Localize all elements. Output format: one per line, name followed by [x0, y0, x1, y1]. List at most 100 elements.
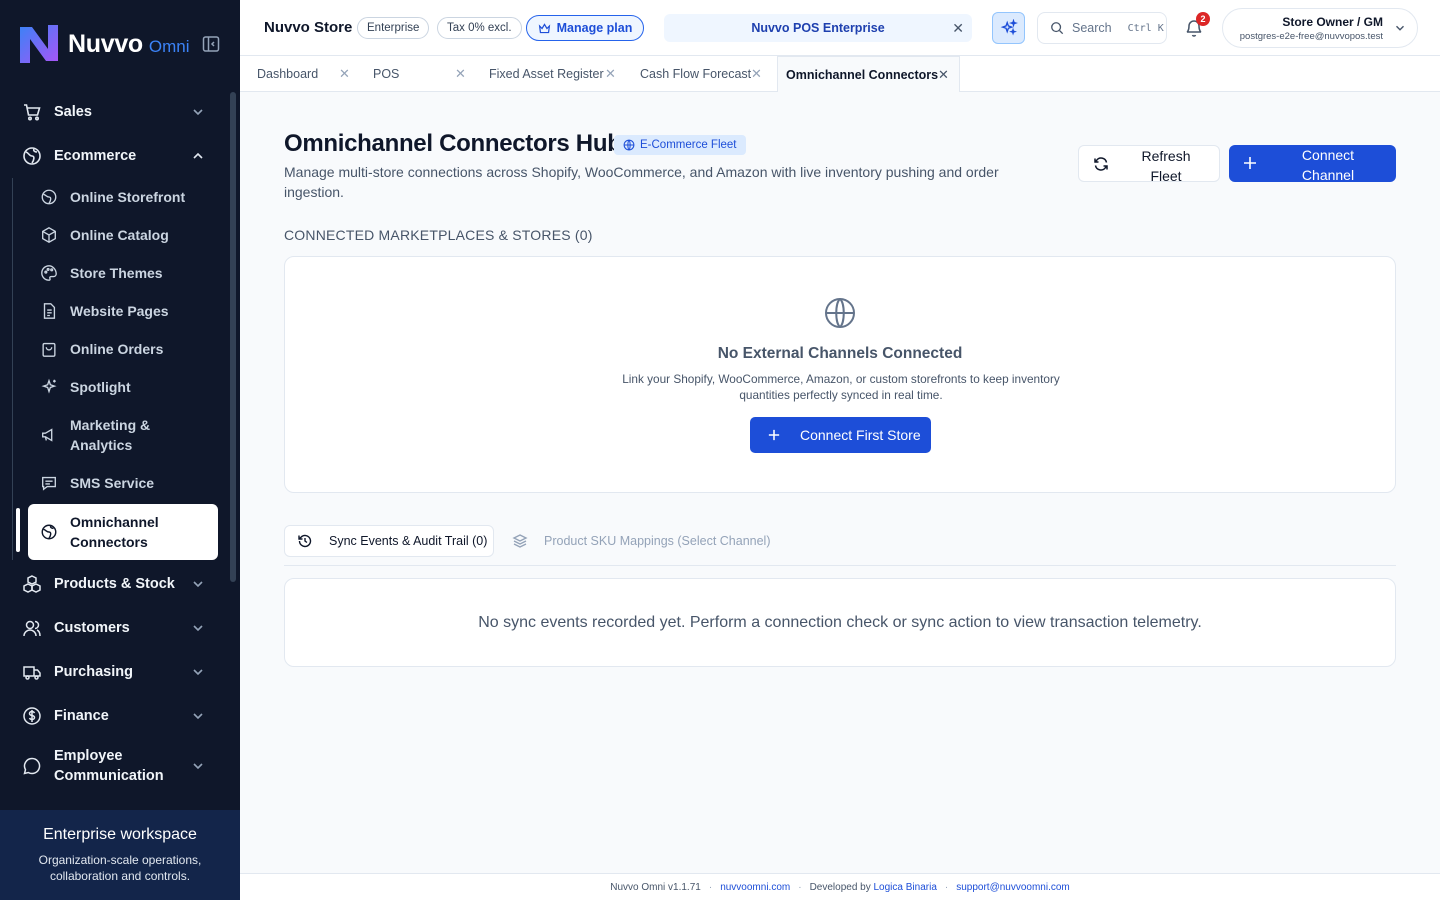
users-icon: [23, 620, 41, 637]
edition-banner: Nuvvo POS Enterprise ✕: [664, 14, 972, 42]
sidebar-item-label: Purchasing: [54, 664, 133, 680]
tab-omnichannel-connectors[interactable]: Omnichannel Connectors ✕: [777, 56, 960, 92]
footer-support-link[interactable]: support@nuvvoomni.com: [956, 882, 1070, 893]
tab-label: Dashboard: [257, 67, 319, 81]
workspace-panel: Enterprise workspace Organization-scale …: [0, 810, 240, 900]
search-icon: [1051, 22, 1064, 35]
divider: [284, 565, 1396, 566]
truck-icon: [23, 666, 41, 680]
empty-title: No External Channels Connected: [717, 345, 963, 362]
sidebar-item-omnichannel-connectors[interactable]: Omnichannel Connectors: [28, 504, 218, 560]
close-icon[interactable]: ✕: [952, 20, 964, 37]
search-input[interactable]: Search Ctrl K: [1037, 12, 1167, 44]
separator: ·: [798, 881, 802, 893]
package-icon: [42, 227, 56, 243]
tab-fixed-asset-register[interactable]: Fixed Asset Register ✕: [472, 56, 623, 92]
user-role: Store Owner / GM: [1282, 15, 1383, 29]
sidebar-item-sms-service[interactable]: SMS Service: [0, 464, 228, 502]
close-icon[interactable]: ✕: [339, 66, 350, 82]
section-label: CONNECTED MARKETPLACES & STORES (0): [284, 227, 593, 243]
sidebar-item-label: Customers: [54, 620, 130, 636]
active-indicator: [16, 508, 20, 552]
tab-label: POS: [373, 67, 400, 81]
sidebar-item-label: Store Themes: [70, 265, 163, 281]
sidebar-item-store-themes[interactable]: Store Themes: [0, 254, 228, 292]
sidebar-item-label: Finance: [54, 708, 109, 724]
tab-sku-mappings-label: Product SKU Mappings (Select Channel): [544, 534, 771, 548]
topbar: Nuvvo Store Enterprise Tax 0% excl. Mana…: [240, 0, 1440, 56]
tab-dashboard[interactable]: Dashboard ✕: [240, 56, 356, 92]
sidebar-scrollbar[interactable]: [230, 92, 236, 582]
connect-channel-button[interactable]: Connect Channel: [1229, 145, 1396, 183]
tab-label: Cash Flow Forecast: [640, 67, 752, 81]
layers-icon: [512, 534, 528, 548]
tab-cash-flow-forecast[interactable]: Cash Flow Forecast ✕: [623, 56, 777, 92]
globe-icon: [825, 298, 855, 328]
sidebar-item-label: Spotlight: [70, 379, 131, 395]
sidebar-item-products-stock[interactable]: Products & Stock: [0, 562, 228, 606]
close-icon[interactable]: ✕: [938, 67, 949, 83]
nuvvo-logo-icon: [20, 25, 58, 63]
footer-developed-by: Developed by: [809, 881, 871, 893]
sidebar: Nuvvo Omni Sales Ecommerce Online Storef…: [0, 0, 240, 900]
tab-sync-events[interactable]: Sync Events & Audit Trail (0): [284, 525, 494, 557]
sidebar-item-online-storefront[interactable]: Online Storefront: [0, 178, 228, 216]
sidebar-item-customers[interactable]: Customers: [0, 606, 228, 650]
close-icon[interactable]: ✕: [751, 66, 762, 82]
tab-label: Fixed Asset Register: [489, 67, 604, 81]
ai-assistant-button[interactable]: [992, 12, 1025, 44]
tab-sku-mappings[interactable]: Product SKU Mappings (Select Channel): [512, 525, 771, 557]
empty-channels-card: No External Channels Connected Link your…: [284, 256, 1396, 493]
close-icon[interactable]: ✕: [455, 66, 466, 82]
sidebar-item-purchasing[interactable]: Purchasing: [0, 650, 228, 694]
chevron-down-icon: [193, 763, 203, 770]
brand-name: Nuvvo: [68, 29, 143, 58]
manage-plan-label: Manage plan: [556, 21, 633, 35]
page-title: Omnichannel Connectors Hub: [284, 130, 622, 157]
user-menu[interactable]: Store Owner / GM postgres-e2e-free@nuvvo…: [1222, 8, 1418, 48]
bag-icon: [42, 342, 56, 357]
close-icon[interactable]: ✕: [605, 66, 616, 82]
search-shortcut: Ctrl K: [1127, 22, 1164, 34]
connect-first-store-button[interactable]: Connect First Store: [750, 417, 931, 453]
tab-pos[interactable]: POS ✕: [356, 56, 472, 92]
sidebar-item-website-pages[interactable]: Website Pages: [0, 292, 228, 330]
sidebar-collapse-icon[interactable]: [201, 34, 221, 54]
store-name[interactable]: Nuvvo Store: [264, 19, 352, 36]
tax-chip[interactable]: Tax 0% excl.: [437, 17, 522, 39]
cart-icon: [24, 104, 41, 121]
palette-icon: [41, 265, 57, 281]
sidebar-item-marketing-analytics[interactable]: Marketing & Analytics: [0, 406, 228, 464]
sidebar-item-online-orders[interactable]: Online Orders: [0, 330, 228, 368]
sidebar-nav: Sales Ecommerce Online Storefront Online…: [0, 90, 228, 790]
sidebar-item-label: Sales: [54, 104, 92, 120]
footer-developer-link[interactable]: Logica Binaria: [874, 882, 937, 893]
chevron-down-icon: [193, 669, 203, 676]
sidebar-item-online-catalog[interactable]: Online Catalog: [0, 216, 228, 254]
sidebar-item-label: Marketing & Analytics: [70, 417, 151, 453]
manage-plan-button[interactable]: Manage plan: [526, 15, 644, 41]
footer-site-link[interactable]: nuvvoomni.com: [720, 882, 790, 893]
sidebar-item-sales[interactable]: Sales: [0, 90, 228, 134]
workspace-title: Enterprise workspace: [43, 826, 197, 843]
globe-icon: [41, 524, 57, 540]
user-email: postgres-e2e-free@nuvvopos.test: [1239, 31, 1383, 42]
sidebar-item-employee-communication[interactable]: Employee Communication: [0, 742, 228, 790]
workspace-text: Organization-scale operations, collabora…: [38, 853, 202, 883]
sync-events-empty: No sync events recorded yet. Perform a c…: [478, 613, 1202, 631]
sidebar-item-label: Online Orders: [70, 341, 164, 357]
boxes-icon: [23, 575, 41, 593]
crown-icon: [538, 22, 550, 33]
brand[interactable]: Nuvvo Omni: [16, 20, 190, 68]
sidebar-item-label: Omnichannel Connectors: [70, 514, 159, 550]
chevron-down-icon: [193, 713, 203, 720]
sidebar-item-spotlight[interactable]: Spotlight: [0, 368, 228, 406]
sidebar-item-finance[interactable]: Finance: [0, 694, 228, 738]
page-description: Manage multi-store connections across Sh…: [284, 164, 999, 200]
refresh-fleet-button[interactable]: Refresh Fleet: [1078, 145, 1220, 184]
sidebar-item-ecommerce[interactable]: Ecommerce: [0, 134, 228, 178]
sidebar-item-label: Ecommerce: [54, 148, 137, 164]
globe-icon: [41, 189, 57, 205]
sparkles-icon: [1000, 19, 1018, 36]
sidebar-item-label: SMS Service: [70, 475, 155, 491]
